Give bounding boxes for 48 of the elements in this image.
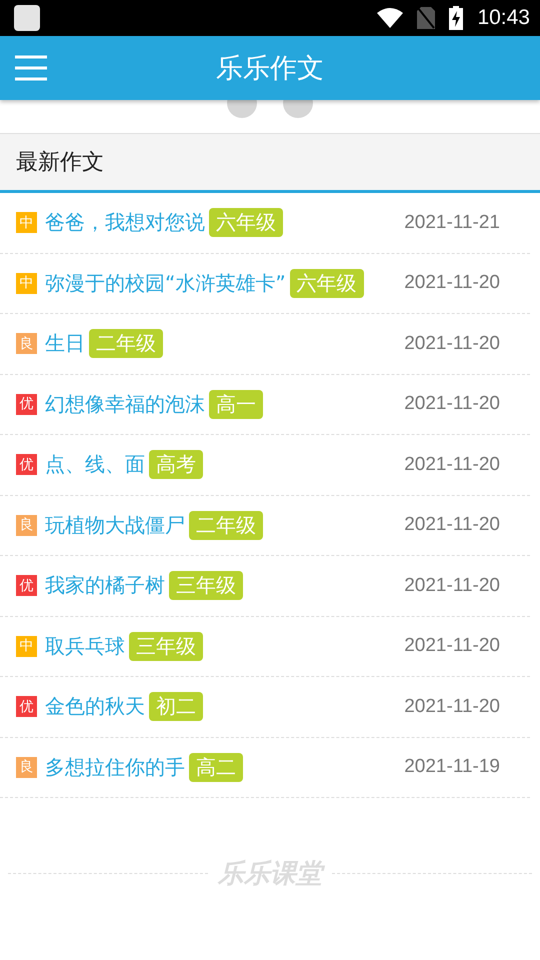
battery-charging-icon <box>449 6 464 30</box>
grade-tag: 二年级 <box>189 510 263 540</box>
grade-tag: 三年级 <box>129 632 203 661</box>
menu-button[interactable] <box>15 55 47 81</box>
no-sim-icon <box>417 7 436 29</box>
clock-time: 10:43 <box>477 6 530 30</box>
grade-tag: 高考 <box>149 450 203 480</box>
grade-tag: 初二 <box>149 692 203 722</box>
rating-badge: 优 <box>16 394 37 415</box>
essay-title-link[interactable]: 金色的秋天 <box>45 693 145 720</box>
essay-title-link[interactable]: 弥漫于的校园“水浒英雄卡” <box>45 270 286 297</box>
essay-title-link[interactable]: 幻想像幸福的泡沫 <box>45 390 205 418</box>
essay-date: 2021-11-20 <box>404 574 500 597</box>
essay-title-link[interactable]: 生日 <box>45 330 85 358</box>
essay-date: 2021-11-20 <box>404 696 500 718</box>
rating-badge: 良 <box>16 756 37 778</box>
rating-badge: 中 <box>16 272 37 294</box>
rating-badge: 优 <box>16 696 37 718</box>
essay-date: 2021-11-20 <box>404 514 500 536</box>
essay-date: 2021-11-20 <box>404 393 500 416</box>
essay-title-link[interactable]: 多想拉住你的手 <box>45 754 185 781</box>
essay-date: 2021-11-20 <box>404 272 500 294</box>
essay-date: 2021-11-19 <box>404 756 500 778</box>
section-title: 最新作文 <box>16 149 104 177</box>
essay-title-link[interactable]: 取兵乓球 <box>45 632 125 660</box>
essay-date: 2021-11-21 <box>404 212 500 234</box>
grade-tag: 二年级 <box>89 329 163 358</box>
essay-title-link[interactable]: 点、线、面 <box>45 451 145 478</box>
app-notification-icon <box>14 5 40 31</box>
grade-tag: 六年级 <box>290 268 364 298</box>
wifi-icon <box>377 8 404 28</box>
rating-badge: 优 <box>16 575 37 596</box>
essay-title-link[interactable]: 玩植物大战僵尸 <box>45 512 185 539</box>
grade-tag: 高二 <box>189 752 243 782</box>
grade-tag: 三年级 <box>169 571 243 600</box>
rating-badge: 良 <box>16 333 37 354</box>
grade-tag: 高一 <box>209 390 263 419</box>
rating-badge: 良 <box>16 514 37 536</box>
essay-date: 2021-11-20 <box>404 332 500 355</box>
essay-date: 2021-11-20 <box>404 635 500 658</box>
grade-tag: 六年级 <box>209 208 283 238</box>
essay-date: 2021-11-20 <box>404 454 500 476</box>
essay-title-link[interactable]: 爸爸，我想对您说 <box>45 209 205 236</box>
rating-badge: 优 <box>16 454 37 476</box>
essay-title-link[interactable]: 我家的橘子树 <box>45 572 165 600</box>
app-title: 乐乐作文 <box>216 52 324 86</box>
rating-badge: 中 <box>16 636 37 657</box>
rating-badge: 中 <box>16 212 37 234</box>
